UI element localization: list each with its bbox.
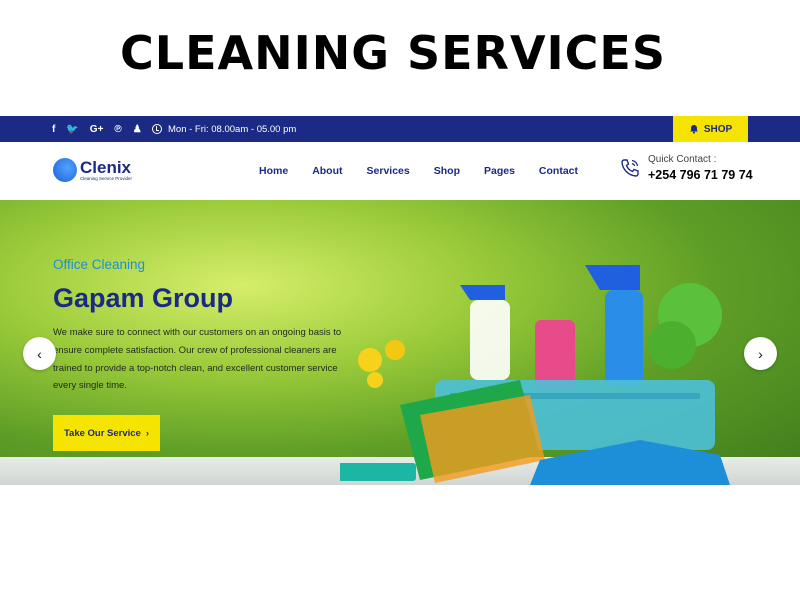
logo-mark-icon [53, 158, 77, 182]
cleaning-supplies-illustration [340, 265, 730, 485]
hours-text: Mon - Fri: 08.00am - 05.00 pm [168, 123, 297, 135]
twitter-icon[interactable]: 🐦 [66, 124, 78, 135]
phone-icon [621, 159, 639, 177]
main-nav: Home About Services Shop Pages Contact [259, 142, 578, 200]
cta-label: Take Our Service [63, 427, 141, 439]
nav-shop[interactable]: Shop [434, 165, 460, 177]
logo[interactable]: Clenix Cleaning Service Provider [53, 158, 132, 182]
page-heading: CLEANING SERVICES [120, 26, 666, 80]
snapchat-icon[interactable]: ♟ [133, 124, 142, 135]
logo-tagline: Cleaning Service Provider [80, 175, 133, 181]
slider-next-button[interactable]: › [744, 337, 777, 370]
quick-contact-phone[interactable]: +254 796 71 79 74 [648, 168, 753, 182]
google-plus-icon[interactable]: G+ [90, 124, 104, 135]
logo-name: Clenix [80, 157, 132, 177]
social-links: f 🐦 G+ ℗ ♟ [52, 116, 142, 142]
take-our-service-button[interactable]: Take Our Service › [53, 415, 160, 451]
opening-hours: Mon - Fri: 08.00am - 05.00 pm [152, 116, 296, 142]
nav-pages[interactable]: Pages [484, 165, 515, 177]
clock-icon [152, 124, 162, 134]
hero-slider: Office Cleaning Gapam Group We make sure… [0, 200, 800, 485]
nav-home[interactable]: Home [259, 165, 288, 177]
pinterest-icon[interactable]: ℗ [114, 124, 121, 135]
chevron-left-icon: ‹ [37, 345, 42, 362]
shop-button-label: SHOP [703, 123, 733, 135]
chevron-right-icon: › [145, 427, 150, 439]
hero-title: Gapam Group [53, 283, 234, 313]
slider-prev-button[interactable]: ‹ [23, 337, 56, 370]
nav-services[interactable]: Services [367, 165, 410, 177]
shop-button[interactable]: SHOP [673, 116, 748, 142]
nav-about[interactable]: About [312, 165, 342, 177]
bell-icon [689, 125, 698, 134]
quick-contact-label: Quick Contact : [648, 154, 717, 165]
facebook-icon[interactable]: f [52, 124, 55, 135]
chevron-right-icon: › [758, 345, 763, 362]
site-header: Clenix Cleaning Service Provider Home Ab… [0, 142, 800, 200]
nav-contact[interactable]: Contact [539, 165, 578, 177]
top-bar: f 🐦 G+ ℗ ♟ Mon - Fri: 08.00am - 05.00 pm… [0, 116, 800, 142]
quick-contact: Quick Contact : +254 796 71 79 74 [620, 154, 753, 182]
hero-category: Office Cleaning [53, 257, 146, 272]
hero-description: We make sure to connect with our custome… [53, 327, 342, 392]
